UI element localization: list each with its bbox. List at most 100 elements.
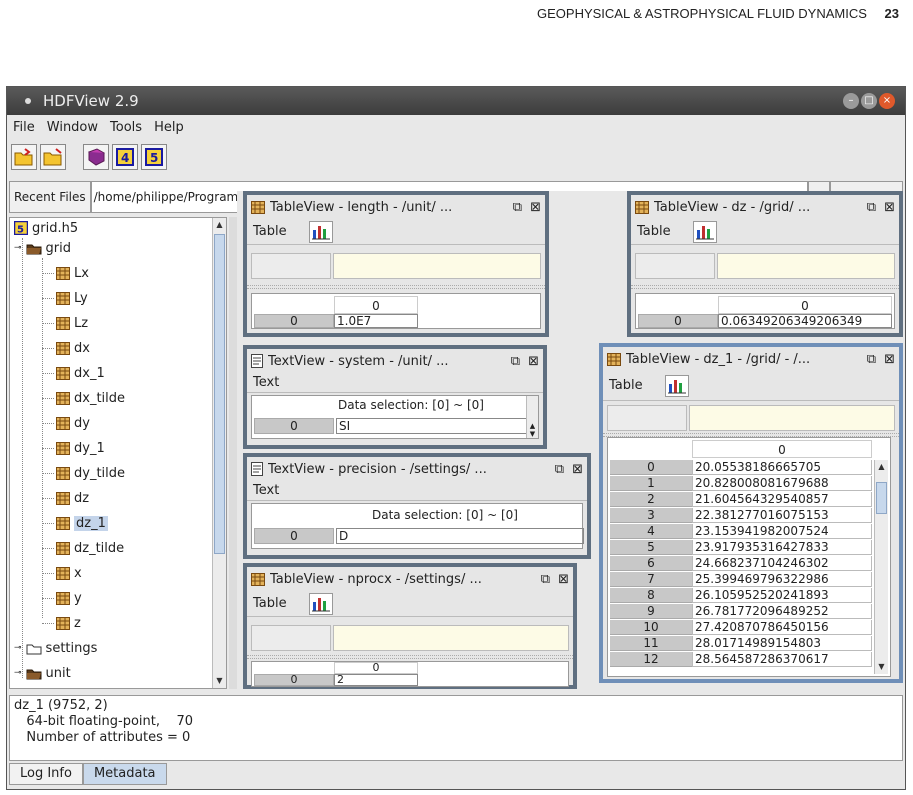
tree-item-ly[interactable]: Ly <box>42 288 88 308</box>
scroll-up-arrow[interactable]: ▲ <box>875 460 888 474</box>
text-cell[interactable]: D <box>336 528 584 544</box>
tab-log-info[interactable]: Log Info <box>9 763 83 785</box>
table-row[interactable]: 7 25.399469796322986 <box>610 572 872 587</box>
maximize-button[interactable]: □ <box>861 93 877 109</box>
table-row[interactable]: 11 28.01714989154803 <box>610 636 872 651</box>
scroll-down-arrow[interactable]: ▼ <box>875 660 888 674</box>
table-cell[interactable]: 26.105952520241893 <box>692 588 872 603</box>
table-cell[interactable]: 27.420870786450156 <box>692 620 872 635</box>
menu-table[interactable]: Table <box>637 224 671 239</box>
tree-item-z[interactable]: z <box>42 613 81 633</box>
open-file-button[interactable] <box>11 144 37 170</box>
window-menu-icon[interactable] <box>25 98 31 104</box>
table-row[interactable]: 3 22.381277016075153 <box>610 508 872 523</box>
column-header[interactable]: 0 <box>718 296 892 314</box>
tree-item-dz[interactable]: dz <box>42 488 89 508</box>
table-cell[interactable]: 25.399469796322986 <box>692 572 872 587</box>
tab-metadata[interactable]: Metadata <box>82 763 167 785</box>
table-row[interactable]: 10 27.420870786450156 <box>610 620 872 635</box>
minimize-button[interactable]: – <box>843 93 859 109</box>
menu-text[interactable]: Text <box>253 483 279 498</box>
tree-item-x[interactable]: x <box>42 563 82 583</box>
table-row[interactable]: 5 23.917935316427833 <box>610 540 872 555</box>
table-cell[interactable]: 22.381277016075153 <box>692 508 872 523</box>
menu-file[interactable]: File <box>13 120 35 135</box>
scroll-thumb[interactable] <box>876 482 887 514</box>
hdf5-library-button[interactable]: 5 <box>141 144 167 170</box>
tree-item-density[interactable]: density <box>42 688 122 689</box>
detach-icon[interactable]: ⧉ <box>867 200 876 215</box>
tree-scrollbar[interactable]: ▲ ▼ <box>212 218 226 688</box>
tree-root[interactable]: 5 grid.h5 <box>14 218 78 238</box>
close-icon[interactable]: ⊠ <box>558 572 569 587</box>
frame-title-bar[interactable]: TableView - dz_1 - /grid/ - /... ⧉ ⊠ <box>603 347 899 371</box>
tree-item-unit[interactable]: ⊸ unit <box>14 663 71 683</box>
close-button[interactable]: × <box>879 93 895 109</box>
tree-item-lx[interactable]: Lx <box>42 263 89 283</box>
column-header[interactable]: 0 <box>334 296 418 314</box>
close-file-button[interactable] <box>40 144 66 170</box>
cell-value-editor[interactable] <box>333 625 569 651</box>
menu-window[interactable]: Window <box>47 120 98 135</box>
table-cell[interactable]: 28.01714989154803 <box>692 636 872 651</box>
frame-title-bar[interactable]: TextView - system - /unit/ ... ⧉ ⊠ <box>247 349 543 373</box>
column-header[interactable]: 0 <box>334 662 418 674</box>
table-cell[interactable]: 23.917935316427833 <box>692 540 872 555</box>
table-row[interactable]: 8 26.105952520241893 <box>610 588 872 603</box>
table-cell[interactable]: 23.153941982007524 <box>692 524 872 539</box>
text-scrollbar[interactable]: ▲ ▼ <box>526 396 538 438</box>
menu-help[interactable]: Help <box>154 120 184 135</box>
menu-text[interactable]: Text <box>253 375 279 390</box>
tree-item-settings[interactable]: ⊸ settings <box>14 638 97 658</box>
tree-item-y[interactable]: y <box>42 588 82 608</box>
frame-title-bar[interactable]: TableView - length - /unit/ ... ⧉ ⊠ <box>247 195 545 219</box>
hdf4-library-button[interactable]: 4 <box>112 144 138 170</box>
frame-title-bar[interactable]: TableView - nprocx - /settings/ ... ⧉ ⊠ <box>247 567 573 591</box>
tree-item-lz[interactable]: Lz <box>42 313 88 333</box>
tree-item-dy-tilde[interactable]: dy_tilde <box>42 463 125 483</box>
detach-icon[interactable]: ⧉ <box>555 462 564 477</box>
close-icon[interactable]: ⊠ <box>884 352 895 367</box>
pane-splitter[interactable] <box>229 217 237 689</box>
table-scrollbar[interactable]: ▲ ▼ <box>874 460 888 674</box>
close-icon[interactable]: ⊠ <box>528 354 539 369</box>
table-cell[interactable]: 2 <box>334 674 418 686</box>
tree-item-grid[interactable]: ⊸ grid <box>14 238 71 258</box>
scroll-up-arrow[interactable]: ▲ <box>213 218 226 232</box>
scroll-thumb[interactable] <box>214 234 225 554</box>
frame-title-bar[interactable]: TextView - precision - /settings/ ... ⧉ ⊠ <box>247 457 587 481</box>
menu-tools[interactable]: Tools <box>110 120 142 135</box>
chart-button[interactable] <box>308 220 333 243</box>
tree-item-dy-1[interactable]: dy_1 <box>42 438 105 458</box>
table-row[interactable]: 6 24.668237104246302 <box>610 556 872 571</box>
table-cell[interactable]: 24.668237104246302 <box>692 556 872 571</box>
table-row[interactable]: 1 20.828008081679688 <box>610 476 872 491</box>
cell-value-editor[interactable] <box>689 405 895 431</box>
close-icon[interactable]: ⊠ <box>572 462 583 477</box>
close-icon[interactable]: ⊠ <box>884 200 895 215</box>
tree-toggle-icon[interactable]: ⊸ <box>14 643 22 653</box>
scroll-down-arrow[interactable]: ▼ <box>213 674 226 688</box>
tree-item-dx-tilde[interactable]: dx_tilde <box>42 388 125 408</box>
frame-title-bar[interactable]: TableView - dz - /grid/ ... ⧉ ⊠ <box>631 195 899 219</box>
cell-value-editor[interactable] <box>333 253 541 279</box>
chart-button[interactable] <box>692 220 717 243</box>
recent-files-button[interactable]: Recent Files <box>9 181 91 213</box>
table-row[interactable]: 9 26.781772096489252 <box>610 604 872 619</box>
tree-item-dz-tilde[interactable]: dz_tilde <box>42 538 124 558</box>
column-header[interactable]: 0 <box>692 440 872 458</box>
detach-icon[interactable]: ⧉ <box>511 354 520 369</box>
table-cell[interactable]: 20.828008081679688 <box>692 476 872 491</box>
table-cell[interactable]: 1.0E7 <box>334 314 418 328</box>
text-cell[interactable]: SI <box>336 418 528 434</box>
table-row[interactable]: 4 23.153941982007524 <box>610 524 872 539</box>
detach-icon[interactable]: ⧉ <box>513 200 522 215</box>
tree-item-dx[interactable]: dx <box>42 338 90 358</box>
table-cell[interactable]: 21.604564329540857 <box>692 492 872 507</box>
tree-toggle-icon[interactable]: ⊸ <box>14 243 22 253</box>
chart-button[interactable] <box>308 592 333 615</box>
close-icon[interactable]: ⊠ <box>530 200 541 215</box>
table-row[interactable]: 2 21.604564329540857 <box>610 492 872 507</box>
table-cell[interactable]: 26.781772096489252 <box>692 604 872 619</box>
tree-toggle-icon[interactable]: ⊸ <box>14 668 22 678</box>
